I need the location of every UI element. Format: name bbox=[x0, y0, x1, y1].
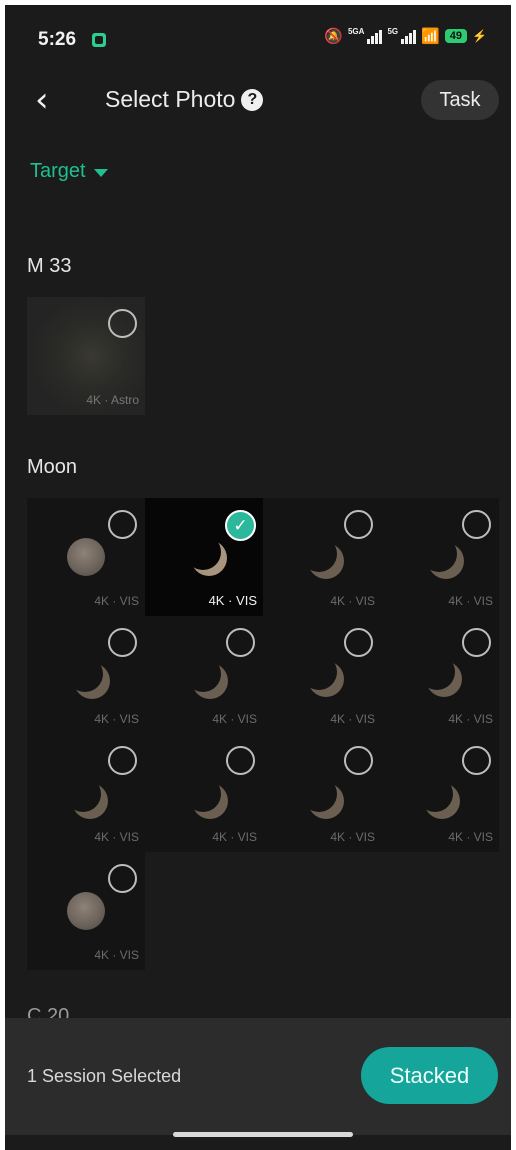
photo-tile[interactable]: 4K · VIS bbox=[381, 734, 499, 852]
moon-thumbnail bbox=[417, 776, 453, 812]
home-indicator[interactable] bbox=[173, 1132, 353, 1137]
photo-label: 4K · VIS bbox=[330, 594, 375, 608]
photo-label: 4K · Astro bbox=[86, 393, 139, 407]
photo-tile[interactable]: 4K · VIS bbox=[27, 852, 145, 970]
photo-label: 4K · VIS bbox=[330, 712, 375, 726]
signal2-icon bbox=[401, 28, 417, 44]
moon-thumbnail bbox=[185, 656, 221, 692]
back-arrow-icon[interactable]: ‹ bbox=[35, 83, 49, 117]
photo-label: 4K · VIS bbox=[94, 830, 139, 844]
signal2-label: 5G bbox=[387, 27, 399, 36]
moon-thumbnail bbox=[65, 776, 101, 812]
target-filter-dropdown[interactable]: Target bbox=[30, 160, 108, 183]
battery-icon: 49 bbox=[444, 29, 468, 43]
select-radio-icon[interactable] bbox=[108, 510, 137, 539]
photo-tile[interactable]: 4K · VIS bbox=[27, 616, 145, 734]
moon-thumbnail bbox=[185, 534, 221, 570]
photo-label: 4K · VIS bbox=[448, 594, 493, 608]
moon-thumbnail bbox=[301, 776, 337, 812]
photo-label: 4K · VIS bbox=[330, 830, 375, 844]
caret-down-icon bbox=[93, 169, 108, 177]
app-notification-icon bbox=[92, 33, 106, 47]
photo-tile[interactable]: 4K · VIS bbox=[263, 498, 381, 616]
select-radio-icon[interactable] bbox=[344, 628, 373, 657]
photo-tile[interactable]: 4K · VIS bbox=[381, 616, 499, 734]
signal1-label: 5GA bbox=[347, 27, 365, 36]
select-radio-icon[interactable] bbox=[108, 864, 137, 893]
page-title-group: Select Photo ? bbox=[105, 86, 264, 113]
photo-tile[interactable]: 4K · VIS bbox=[27, 498, 145, 616]
moon-thumbnail bbox=[301, 536, 337, 572]
photo-label: 4K · VIS bbox=[94, 948, 139, 962]
moon-thumbnail bbox=[301, 654, 337, 690]
select-radio-icon[interactable] bbox=[108, 309, 137, 338]
photo-tile[interactable]: 4K · VIS bbox=[145, 616, 263, 734]
photo-tile[interactable]: 4K · VIS bbox=[263, 734, 381, 852]
select-radio-icon[interactable] bbox=[108, 628, 137, 657]
photo-tile-selected[interactable]: ✓ 4K · VIS bbox=[145, 498, 263, 616]
wifi-icon: 📶 bbox=[421, 28, 440, 45]
moon-thumbnail bbox=[67, 538, 105, 576]
moon-thumbnail bbox=[421, 536, 457, 572]
moon-thumbnail bbox=[67, 656, 103, 692]
photo-label: 4K · VIS bbox=[448, 830, 493, 844]
filter-label: Target bbox=[30, 160, 86, 182]
moon-thumbnail bbox=[185, 776, 221, 812]
status-time: 5:26 bbox=[38, 29, 77, 50]
photo-tile[interactable]: 4K · Astro bbox=[27, 297, 145, 415]
section-title-m33: M 33 bbox=[27, 255, 72, 277]
photo-label: 4K · VIS bbox=[94, 594, 139, 608]
photo-tile[interactable]: 4K · VIS bbox=[27, 734, 145, 852]
page-title: Select Photo bbox=[105, 86, 236, 112]
bell-muted-icon: 🔕 bbox=[324, 28, 343, 45]
selection-count: 1 Session Selected bbox=[27, 1066, 182, 1086]
select-radio-icon[interactable] bbox=[108, 746, 137, 775]
section-title-moon: Moon bbox=[27, 456, 78, 478]
select-radio-icon[interactable] bbox=[344, 510, 373, 539]
select-radio-icon[interactable] bbox=[344, 746, 373, 775]
photo-label: 4K · VIS bbox=[212, 830, 257, 844]
help-icon[interactable]: ? bbox=[241, 88, 264, 111]
photo-label: 4K · VIS bbox=[94, 712, 139, 726]
task-button[interactable]: Task bbox=[421, 80, 499, 120]
status-icons: 🔕 5GA 5G 📶 49 ⚡ bbox=[324, 27, 487, 45]
select-radio-icon[interactable] bbox=[462, 510, 491, 539]
photo-tile[interactable]: 4K · VIS bbox=[263, 616, 381, 734]
photo-tile[interactable]: 4K · VIS bbox=[381, 498, 499, 616]
select-radio-icon[interactable] bbox=[226, 746, 255, 775]
selection-bottom-bar: 1 Session Selected Stacked bbox=[5, 1018, 511, 1135]
phone-screen: 5:26 🔕 5GA 5G 📶 49 ⚡ ‹ Select Photo ? Ta… bbox=[5, 5, 511, 1150]
photo-tile[interactable]: 4K · VIS bbox=[145, 734, 263, 852]
photo-label: 4K · VIS bbox=[212, 712, 257, 726]
select-radio-icon[interactable] bbox=[462, 746, 491, 775]
checkmark-icon[interactable]: ✓ bbox=[225, 510, 256, 541]
stacked-button[interactable]: Stacked bbox=[361, 1047, 498, 1104]
photo-label: 4K · VIS bbox=[208, 593, 257, 608]
photo-label: 4K · VIS bbox=[448, 712, 493, 726]
moon-thumbnail bbox=[419, 654, 455, 690]
select-radio-icon[interactable] bbox=[462, 628, 491, 657]
select-radio-icon[interactable] bbox=[226, 628, 255, 657]
charging-icon: ⚡ bbox=[472, 29, 487, 43]
status-bar: 5:26 🔕 5GA 5G 📶 49 ⚡ bbox=[5, 5, 511, 67]
moon-thumbnail bbox=[67, 892, 105, 930]
signal1-icon bbox=[367, 28, 383, 44]
